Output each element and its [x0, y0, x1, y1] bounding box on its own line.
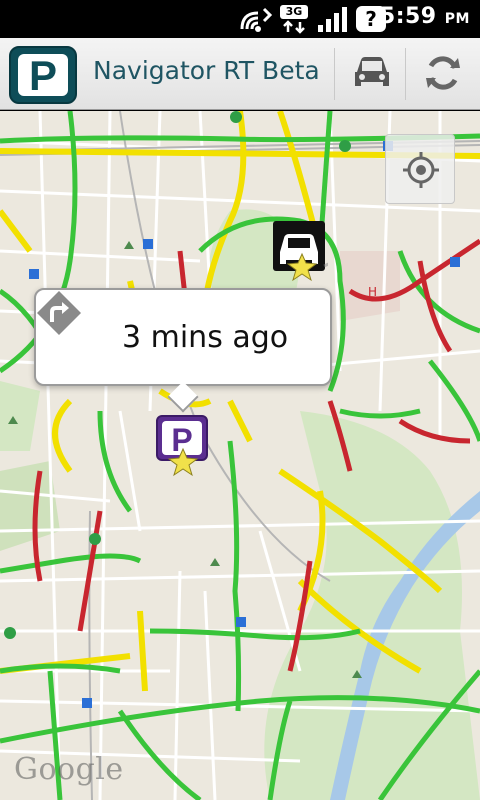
- map-tiles: H: [0, 111, 480, 800]
- status-bar: 3G ? 5:59 PM: [0, 0, 480, 38]
- app-title: Navigator RT Beta: [93, 56, 320, 85]
- status-time: 5:59 PM: [380, 4, 470, 29]
- map-view[interactable]: H P 3 mins ago Google: [0, 111, 480, 800]
- action-divider: [334, 48, 335, 100]
- turn-direction-icon: [37, 291, 81, 335]
- svg-text:H: H: [368, 285, 377, 299]
- parking-location-marker[interactable]: P: [156, 415, 210, 477]
- status-am-pm: PM: [444, 11, 470, 27]
- wifi-signal-icon: [240, 7, 273, 32]
- crosshair-icon: [403, 152, 439, 188]
- park-area: [0, 381, 40, 451]
- my-location-button[interactable]: [385, 134, 455, 204]
- cell-signal-icon: [318, 7, 347, 32]
- status-time-value: 5:59: [379, 4, 437, 29]
- popup-time-text: 3 mins ago: [122, 320, 289, 355]
- app-logo: P: [9, 46, 77, 104]
- refresh-button[interactable]: [420, 50, 466, 96]
- network-label: 3G: [280, 5, 308, 19]
- data-arrows-icon: [283, 20, 305, 34]
- action-bar: P Navigator RT Beta: [0, 38, 480, 110]
- parking-marker-icon: P: [156, 415, 208, 477]
- car-marker-icon: [273, 221, 328, 282]
- park-area: [264, 411, 480, 800]
- 3g-data-icon: 3G: [280, 5, 312, 34]
- app-logo-letter: P: [18, 54, 68, 98]
- google-attribution: Google: [14, 752, 124, 787]
- car-location-marker[interactable]: [272, 220, 328, 282]
- action-divider: [405, 48, 406, 100]
- car-button[interactable]: [349, 50, 395, 96]
- car-icon: [355, 57, 389, 86]
- info-popup[interactable]: 3 mins ago: [34, 288, 332, 413]
- refresh-icon: [426, 56, 460, 90]
